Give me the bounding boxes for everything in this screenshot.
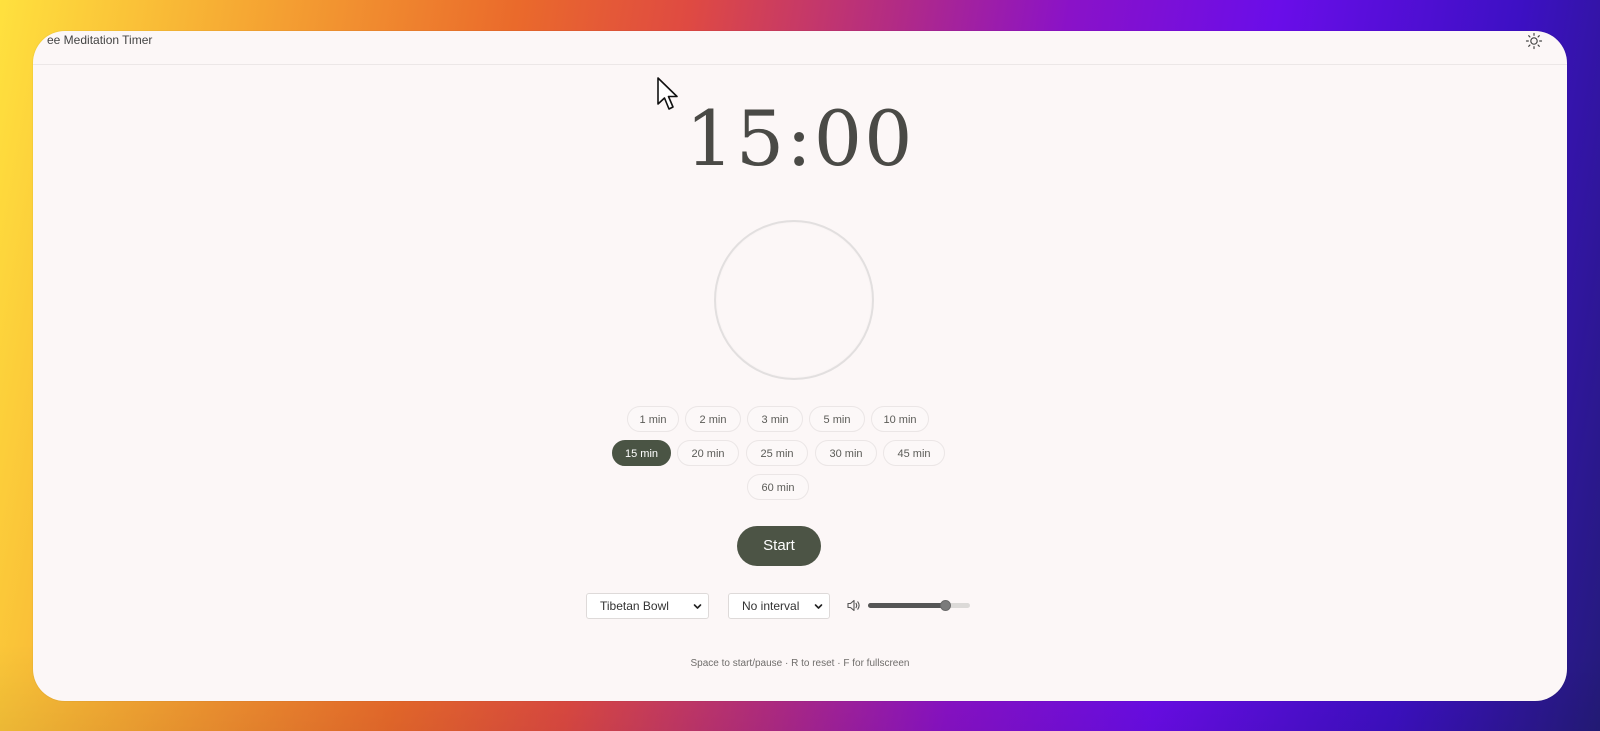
volume-slider-fill — [868, 603, 945, 608]
speaker-icon[interactable] — [847, 599, 861, 612]
interval-select[interactable]: No interval — [728, 593, 830, 619]
keyboard-shortcuts-hint: Space to start/pause · R to reset · F fo… — [690, 658, 910, 669]
sun-icon[interactable] — [1525, 32, 1543, 50]
duration-chip-30-min[interactable]: 30 min — [815, 440, 877, 466]
volume-slider-thumb[interactable] — [939, 600, 951, 611]
title-bar: ee Meditation Timer — [33, 31, 1567, 65]
duration-chip-45-min[interactable]: 45 min — [883, 440, 945, 466]
volume-slider[interactable] — [868, 600, 970, 611]
start-button[interactable]: Start — [737, 526, 821, 566]
interval-select-value: No interval — [742, 599, 800, 613]
duration-chip-20-min[interactable]: 20 min — [677, 440, 739, 466]
sound-select[interactable]: Tibetan Bowl — [586, 593, 709, 619]
timer-display: 15:00 — [685, 94, 915, 183]
duration-chip-5-min[interactable]: 5 min — [809, 406, 865, 432]
duration-chip-15-min[interactable]: 15 min — [612, 440, 671, 466]
breathing-circle — [714, 220, 874, 380]
duration-chip-60-min[interactable]: 60 min — [747, 474, 809, 500]
duration-chip-25-min[interactable]: 25 min — [746, 440, 808, 466]
sound-select-value: Tibetan Bowl — [600, 599, 669, 613]
duration-chip-2-min[interactable]: 2 min — [685, 406, 741, 432]
app-window: ee Meditation Timer 15:00 1 min 2 min 3 … — [33, 31, 1567, 701]
chevron-down-icon — [693, 604, 702, 609]
duration-chip-3-min[interactable]: 3 min — [747, 406, 803, 432]
app-title: ee Meditation Timer — [47, 33, 153, 47]
duration-chip-1-min[interactable]: 1 min — [627, 406, 679, 432]
duration-chip-10-min[interactable]: 10 min — [871, 406, 929, 432]
chevron-down-icon — [814, 604, 823, 609]
